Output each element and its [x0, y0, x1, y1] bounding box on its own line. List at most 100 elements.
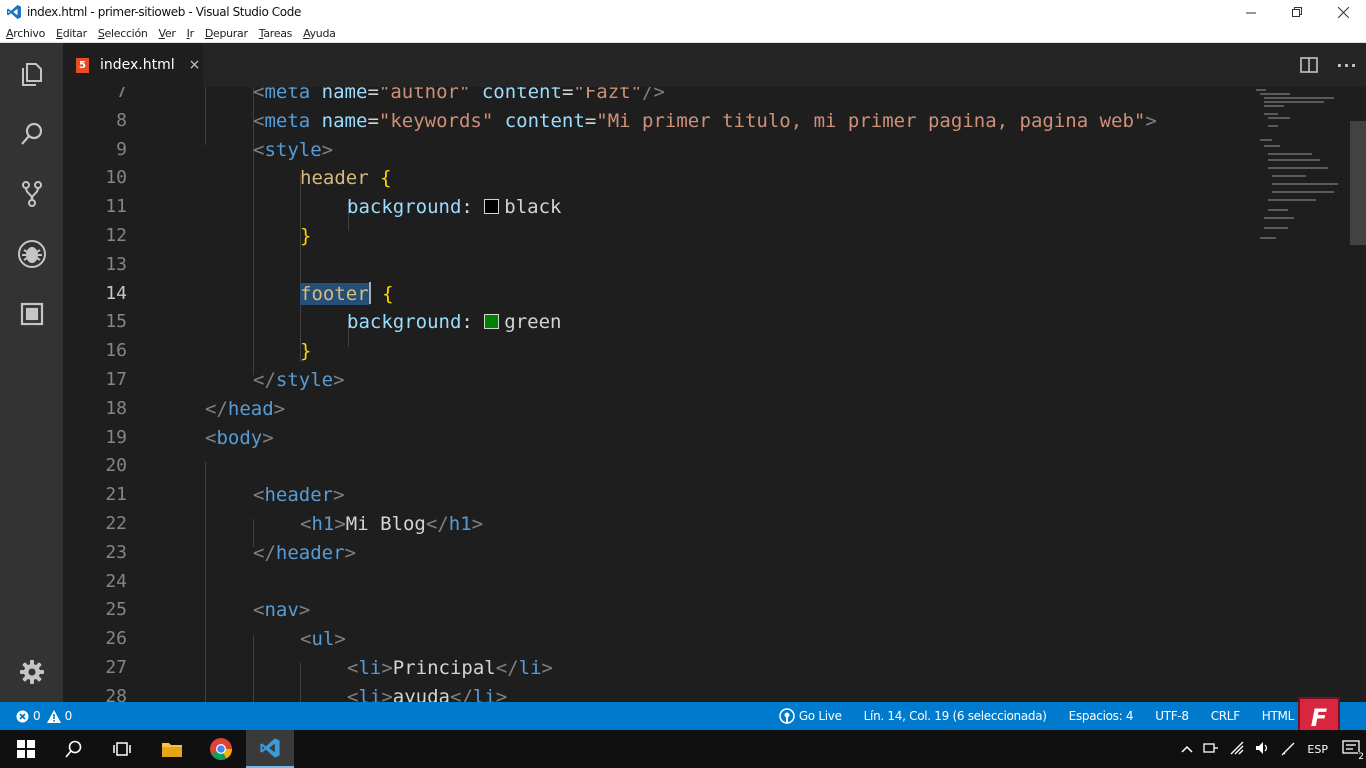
tab-index-html[interactable]: 5 index.html ×: [63, 43, 203, 87]
line-number: 27: [105, 657, 127, 678]
editor-actions: ···: [1290, 43, 1366, 87]
vscode-taskbar-button[interactable]: [246, 730, 294, 768]
chevron-up-icon[interactable]: [1181, 743, 1193, 756]
cursor-position[interactable]: Lín. 14, Col. 19 (6 seleccionada): [864, 709, 1047, 723]
menu-tareas[interactable]: Tareas: [259, 27, 293, 40]
tab-label: index.html: [100, 57, 175, 73]
menu-archivo[interactable]: Archivo: [6, 27, 45, 40]
wifi-icon[interactable]: [1229, 741, 1245, 758]
line-number: 10: [105, 167, 127, 189]
minimize-button[interactable]: [1228, 0, 1274, 24]
task-view-button[interactable]: [98, 730, 146, 768]
line-number: 28: [105, 685, 127, 702]
tab-close-button[interactable]: ×: [189, 57, 201, 73]
code-line-11: background: black: [347, 196, 562, 219]
line-number-gutter: 7 8 9 10 11 12 13 14 15 16 17 18 19 20 21 22 23 24 25 26 27 2…: [63, 87, 133, 702]
code-line-12: }: [300, 225, 312, 247]
code-line-18: </head>: [205, 397, 286, 420]
menu-depurar[interactable]: Depurar: [205, 27, 248, 40]
task-view-icon: [113, 742, 131, 756]
windows-taskbar: ESP 2: [0, 730, 1366, 768]
menu-ir[interactable]: Ir: [187, 27, 194, 40]
explorer-button[interactable]: [0, 49, 63, 99]
status-right: Go Live Lín. 14, Col. 19 (6 seleccionada…: [779, 702, 1294, 730]
source-control-button[interactable]: [0, 169, 63, 219]
volume-icon[interactable]: [1255, 741, 1271, 758]
line-number: 19: [105, 426, 127, 448]
minimap-line: [1264, 227, 1288, 229]
chrome-icon: [210, 738, 232, 760]
notifications-button[interactable]: 2: [1342, 739, 1364, 762]
indent-guide: [205, 462, 206, 702]
line-number: 14: [105, 282, 127, 304]
code-line-10: header {: [300, 167, 392, 190]
minimap-line: [1272, 183, 1338, 185]
menu-editar[interactable]: Editar: [56, 27, 87, 40]
line-number: 9: [116, 138, 127, 160]
code-line-8: <meta name="keywords" content="Mi primer…: [253, 109, 1157, 132]
line-number: 22: [105, 513, 127, 534]
windows-logo-icon: [17, 740, 35, 758]
taskbar-search-button[interactable]: [50, 730, 98, 768]
menu-ver[interactable]: Ver: [159, 27, 176, 40]
minimap-line: [1272, 175, 1306, 177]
minimap-line: [1260, 93, 1290, 95]
end-of-line[interactable]: CRLF: [1211, 709, 1240, 723]
line-number: 21: [105, 484, 127, 506]
minimap-line: [1264, 105, 1284, 107]
minimize-icon: [1245, 12, 1256, 13]
menu-ayuda[interactable]: Ayuda: [303, 27, 336, 40]
code-line-28: <li>ayuda</li>: [347, 685, 508, 702]
code-area[interactable]: <meta name="author" content="Fazt"/> <me…: [158, 87, 1258, 702]
code-line-15: background: green: [347, 311, 562, 334]
color-swatch-black[interactable]: [484, 199, 500, 215]
start-button[interactable]: [2, 730, 50, 768]
code-line-19: <body>: [205, 426, 274, 449]
input-language[interactable]: ESP: [1307, 743, 1328, 756]
line-number: 7: [116, 87, 127, 102]
minimap-line: [1268, 209, 1288, 211]
split-editor-button[interactable]: [1290, 43, 1328, 87]
window-controls: [1228, 0, 1366, 24]
debug-button[interactable]: [0, 229, 63, 279]
more-actions-button[interactable]: ···: [1328, 43, 1366, 87]
line-number: 23: [105, 541, 127, 563]
close-window-button[interactable]: [1320, 0, 1366, 24]
extensions-button[interactable]: [0, 289, 63, 339]
minimap-line: [1264, 217, 1294, 219]
window-title: index.html - primer-sitioweb - Visual St…: [27, 5, 301, 19]
indentation[interactable]: Espacios: 4: [1069, 709, 1134, 723]
color-swatch-green[interactable]: [484, 314, 500, 330]
search-icon: [65, 740, 82, 758]
minimap-line: [1264, 97, 1334, 99]
encoding[interactable]: UTF-8: [1155, 709, 1189, 723]
search-button[interactable]: [0, 109, 63, 159]
gear-icon: [19, 660, 44, 684]
line-number: 18: [105, 397, 127, 419]
vscode-logo-icon: [7, 5, 21, 19]
network-icon[interactable]: [1203, 741, 1219, 758]
menu-bar: Archivo Editar Selección Ver Ir Depurar …: [0, 24, 1366, 43]
system-tray: ESP 2: [1171, 730, 1364, 768]
minimap-line: [1264, 113, 1278, 115]
html5-file-icon: 5: [76, 57, 89, 73]
code-editor[interactable]: 7 8 9 10 11 12 13 14 15 16 17 18 19 20 21 22 23 24 25 26 27 2…: [63, 87, 1366, 702]
text-cursor: [368, 281, 371, 304]
vertical-scrollbar[interactable]: [1350, 121, 1366, 245]
pen-icon[interactable]: [1281, 740, 1297, 759]
file-explorer-button[interactable]: [148, 730, 196, 768]
go-live-button[interactable]: Go Live: [799, 709, 842, 723]
line-number: 12: [105, 225, 127, 246]
settings-button[interactable]: [0, 647, 63, 697]
restore-button[interactable]: [1274, 0, 1320, 24]
code-line-9: <style>: [253, 138, 334, 161]
notification-count: 2: [1358, 751, 1364, 762]
line-number: 25: [105, 599, 127, 621]
problems-indicator[interactable]: 0 0: [16, 702, 72, 730]
code-line-22: <h1>Mi Blog</h1>: [300, 513, 484, 535]
indent-guide: [300, 663, 301, 702]
menu-seleccion[interactable]: Selección: [98, 27, 148, 40]
language-mode[interactable]: HTML: [1262, 709, 1295, 723]
minimap[interactable]: [1254, 87, 1344, 257]
chrome-button[interactable]: [197, 730, 245, 768]
